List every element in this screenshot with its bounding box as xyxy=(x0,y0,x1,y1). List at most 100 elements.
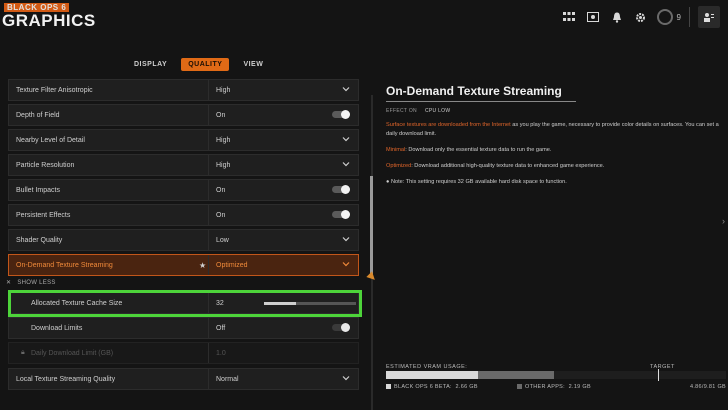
setting-value: Normal xyxy=(216,376,239,383)
setting-bullet-impacts[interactable]: Bullet Impacts On xyxy=(8,179,359,201)
setting-label: Texture Filter Anisotropic xyxy=(16,87,93,94)
toggle-knob xyxy=(341,110,350,119)
setting-label: Daily Download Limit (GB) xyxy=(31,350,114,357)
highlight-box xyxy=(8,290,362,317)
tab-quality[interactable]: QUALITY xyxy=(181,58,230,71)
legend-swatch xyxy=(386,384,391,390)
grid-menu-icon[interactable] xyxy=(561,9,577,25)
setting-label: Shader Quality xyxy=(16,237,63,244)
note-text: Note: This setting requires 32 GB availa… xyxy=(390,179,567,185)
setting-local-texture-streaming[interactable]: Local Texture Streaming Quality Normal xyxy=(8,368,359,390)
cursor-pointer xyxy=(366,271,378,283)
show-less-label: SHOW LESS xyxy=(17,280,56,286)
setting-nearby-lod[interactable]: Nearby Level of Detail High xyxy=(8,129,359,151)
setting-value: High xyxy=(216,87,231,94)
description-paragraph-2: Minimal: Download only the essential tex… xyxy=(386,146,724,155)
description-panel: On-Demand Texture Streaming EFFECT ON CPU… xyxy=(386,84,726,185)
chevron-down-icon xyxy=(342,162,350,167)
divider xyxy=(689,7,690,27)
target-label: TARGET xyxy=(650,364,675,370)
chevron-right-icon[interactable]: › xyxy=(722,216,725,226)
bell-icon[interactable] xyxy=(609,9,625,25)
setting-value: On xyxy=(216,112,226,119)
toggle-knob xyxy=(341,185,350,194)
page-title: GRAPHICS xyxy=(2,11,96,30)
legend-label: OTHER APPS: xyxy=(525,384,565,390)
player-count: 9 xyxy=(676,12,681,22)
row-divider xyxy=(208,343,209,363)
settings-tabs: DISPLAY QUALITY VIEW xyxy=(128,58,269,71)
chevron-down-icon xyxy=(342,376,350,381)
close-icon: ✕ xyxy=(6,280,12,286)
setting-value: 1.0 xyxy=(216,350,226,357)
target-marker xyxy=(658,369,659,381)
setting-label: Depth of Field xyxy=(16,112,60,119)
highlight-text: Optimized xyxy=(386,163,412,169)
toggle-switch[interactable] xyxy=(332,185,350,194)
row-divider xyxy=(208,130,209,150)
description-paragraph-1: Surface textures are downloaded from the… xyxy=(386,121,724,139)
scrollbar-thumb[interactable] xyxy=(370,176,373,274)
effect-info: EFFECT ON CPU LOW xyxy=(386,108,726,114)
vram-label: ESTIMATED VRAM USAGE: xyxy=(386,364,468,370)
row-divider xyxy=(208,318,209,338)
chevron-down-icon xyxy=(342,137,350,142)
effect-value: CPU LOW xyxy=(424,108,451,114)
setting-label: On-Demand Texture Streaming xyxy=(16,262,113,269)
row-divider xyxy=(208,369,209,389)
legend-swatch xyxy=(517,384,522,390)
setting-on-demand-texture-streaming[interactable]: On-Demand Texture Streaming ★ Optimized xyxy=(8,254,359,276)
setting-particle-resolution[interactable]: Particle Resolution High xyxy=(8,154,359,176)
row-divider xyxy=(208,205,209,225)
setting-label: Nearby Level of Detail xyxy=(16,137,85,144)
toggle-switch[interactable] xyxy=(332,110,350,119)
row-divider xyxy=(208,180,209,200)
description-title: On-Demand Texture Streaming xyxy=(386,84,562,98)
level-ring-icon[interactable] xyxy=(656,9,673,25)
setting-label: Local Texture Streaming Quality xyxy=(16,376,116,383)
top-icons: 9 xyxy=(561,6,720,28)
star-icon[interactable]: ★ xyxy=(199,261,206,270)
description-note: ● Note: This setting requires 32 GB avai… xyxy=(386,179,726,185)
setting-value: High xyxy=(216,137,231,144)
setting-value: On xyxy=(216,187,226,194)
toggle-knob xyxy=(341,323,350,332)
toggle-switch[interactable] xyxy=(332,210,350,219)
setting-value: Low xyxy=(216,237,229,244)
vram-game-segment xyxy=(386,371,479,379)
media-icon[interactable] xyxy=(585,9,601,25)
description-paragraph-3: Optimized: Download additional high-qual… xyxy=(386,162,724,171)
row-divider xyxy=(208,105,209,125)
toggle-knob xyxy=(341,210,350,219)
setting-persistent-effects[interactable]: Persistent Effects On xyxy=(8,204,359,226)
tab-view[interactable]: VIEW xyxy=(237,58,269,71)
lock-icon: 🔒︎ xyxy=(21,349,25,356)
setting-value: On xyxy=(216,212,226,219)
vram-game-legend: BLACK OPS 6 BETA: 2.66 GB xyxy=(386,384,478,390)
setting-download-limits[interactable]: Download Limits Off xyxy=(8,317,359,339)
vram-other-segment xyxy=(478,371,555,379)
tab-display[interactable]: DISPLAY xyxy=(128,58,173,71)
toggle-switch[interactable] xyxy=(332,323,350,332)
chevron-down-icon xyxy=(342,237,350,242)
highlight-text: Surface textures are downloaded from the… xyxy=(386,122,511,128)
setting-label: Particle Resolution xyxy=(16,162,75,169)
chevron-down-icon xyxy=(342,262,350,267)
legend-value: 2.66 GB xyxy=(455,384,478,390)
paragraph-text: : Download additional high-quality textu… xyxy=(411,163,605,169)
row-divider xyxy=(208,255,209,275)
setting-texture-filter[interactable]: Texture Filter Anisotropic High xyxy=(8,79,359,101)
show-less-button[interactable]: ✕ SHOW LESS xyxy=(6,279,56,286)
setting-value: Optimized xyxy=(216,262,248,269)
paragraph-text: : Download only the essential texture da… xyxy=(405,147,552,153)
gear-icon[interactable] xyxy=(633,9,649,25)
vram-other-legend: OTHER APPS: 2.19 GB xyxy=(517,384,591,390)
setting-label: Download Limits xyxy=(31,325,83,332)
setting-label: Bullet Impacts xyxy=(16,187,60,194)
setting-depth-of-field[interactable]: Depth of Field On xyxy=(8,104,359,126)
legend-value: 2.19 GB xyxy=(568,384,591,390)
friends-icon[interactable] xyxy=(698,6,720,28)
vram-total: 4.86/9.81 GB xyxy=(689,384,726,390)
setting-shader-quality[interactable]: Shader Quality Low xyxy=(8,229,359,251)
effect-label: EFFECT ON xyxy=(386,108,417,114)
